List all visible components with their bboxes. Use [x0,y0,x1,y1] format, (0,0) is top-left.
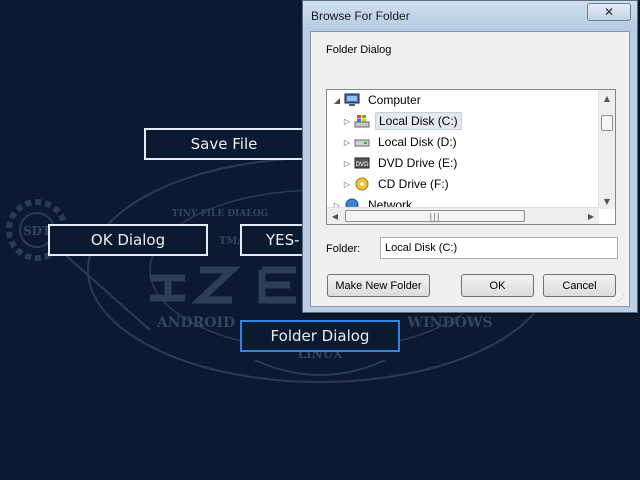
tree-horizontal-scrollbar[interactable]: ◀ ||| ▶ [327,207,599,224]
dialog-title: Browse For Folder [311,9,410,23]
cancel-button[interactable]: Cancel [543,274,616,297]
computer-icon [343,92,361,108]
folder-tree[interactable]: ◢ Computer ▷ Local Disk (C:) ▷ Local Dis… [326,89,616,225]
tree-item-label: Computer [368,93,421,107]
collapsed-arrow-icon[interactable]: ▷ [341,180,353,189]
drive-icon [353,134,371,150]
svg-text:DVD: DVD [355,161,369,168]
expanded-arrow-icon[interactable]: ◢ [331,96,343,105]
tree-item-cd-drive-f[interactable]: ▷ CD Drive (F:) [341,174,452,194]
scroll-left-icon[interactable]: ◀ [327,208,343,224]
close-icon: ✕ [603,5,615,19]
tree-vertical-scrollbar[interactable]: ▲ ▼ [598,90,615,209]
collapsed-arrow-icon[interactable]: ▷ [341,159,353,168]
scroll-thumb[interactable] [601,115,613,131]
tree-item-dvd-drive-e[interactable]: ▷ DVD DVD Drive (E:) [341,153,460,173]
logo-subtitle: TINY FILE DIALOG [172,209,268,219]
tree-item-local-disk-c[interactable]: ▷ Local Disk (C:) [341,111,462,131]
logo-badge-text: SDT [23,224,51,238]
folder-label: Folder: [326,243,361,255]
scroll-thumb[interactable]: ||| [345,210,525,222]
scroll-down-icon[interactable]: ▼ [599,193,615,209]
save-file-button[interactable]: Save File [144,128,304,160]
logo-windows: WINDOWS [406,315,492,331]
dialog-description: Folder Dialog [326,44,392,56]
ok-button[interactable]: OK [461,274,534,297]
tree-item-label: CD Drive (F:) [378,177,449,191]
dvd-icon: DVD [353,155,371,171]
make-new-folder-button[interactable]: Make New Folder [327,274,430,297]
ok-dialog-button[interactable]: OK Dialog [48,224,208,256]
tree-item-label: DVD Drive (E:) [378,156,458,170]
folder-dialog-button[interactable]: Folder Dialog [240,320,400,352]
scroll-up-icon[interactable]: ▲ [599,90,615,106]
yes-no-dialog-button[interactable]: YES- [240,224,306,256]
collapsed-arrow-icon[interactable]: ▷ [341,117,353,126]
tree-item-label: Local Disk (C:) [375,112,462,130]
tree-item-label: Local Disk (D:) [378,135,457,149]
dialog-titlebar[interactable]: Browse For Folder ✕ [303,1,637,31]
dialog-body: Folder Dialog ◢ Computer ▷ Local Disk (C… [310,31,630,307]
collapsed-arrow-icon[interactable]: ▷ [341,138,353,147]
tree-item-computer[interactable]: ◢ Computer [331,90,424,110]
windows-drive-icon [353,113,371,129]
folder-input[interactable]: Local Disk (C:) [380,237,618,259]
close-button[interactable]: ✕ [587,3,631,21]
browse-folder-dialog: Browse For Folder ✕ Folder Dialog ◢ Comp… [302,0,638,313]
resize-grip-icon[interactable]: ⋰ [617,294,627,304]
scroll-right-icon[interactable]: ▶ [583,208,599,224]
logo-android: ANDROID [156,315,235,331]
cd-icon [353,176,371,192]
tree-item-local-disk-d[interactable]: ▷ Local Disk (D:) [341,132,460,152]
